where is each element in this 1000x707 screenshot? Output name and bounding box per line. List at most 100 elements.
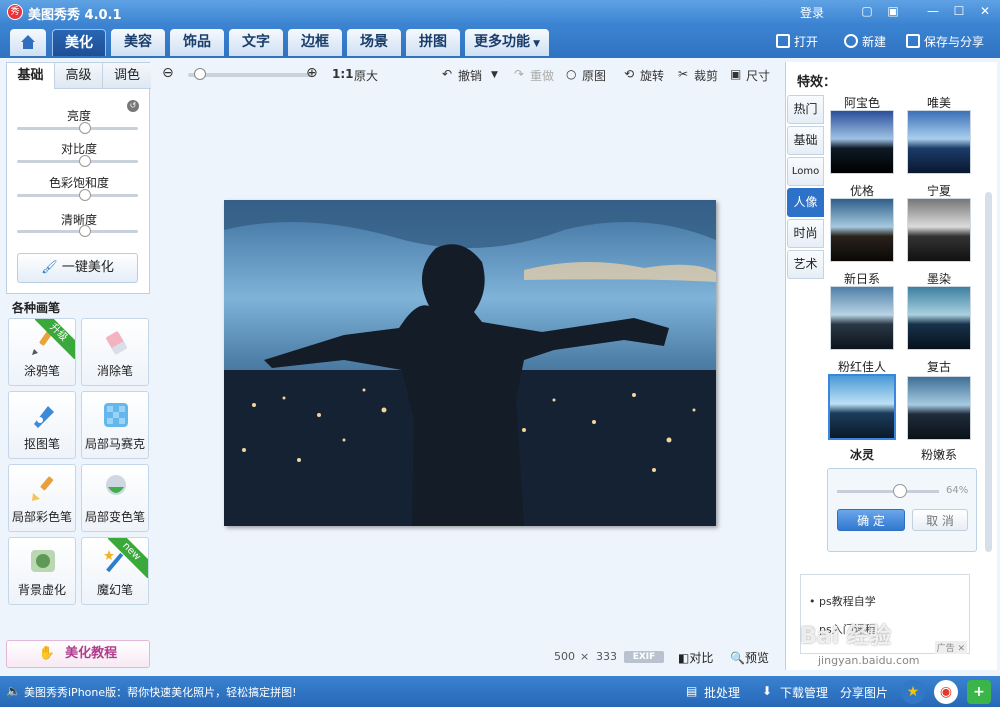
tutorial-button[interactable]: ✋ 美化教程 — [6, 640, 150, 668]
skin-icon[interactable]: ▣ — [884, 3, 902, 20]
resize-icon[interactable]: ▣ — [730, 67, 741, 81]
tab-text[interactable]: 文字 — [229, 29, 283, 56]
effect-thumb-youge[interactable] — [830, 198, 894, 262]
tab-advanced[interactable]: 高级 — [55, 63, 103, 89]
brush-bg-blur[interactable]: 背景虚化 — [8, 537, 76, 605]
tab-basic[interactable]: 基础 — [7, 63, 55, 89]
close-icon[interactable]: ✕ — [976, 3, 994, 20]
saturation-slider[interactable] — [17, 189, 138, 201]
effect-strength-slider[interactable] — [837, 490, 939, 493]
save-label: 保存与分享 — [924, 35, 985, 49]
star-icon[interactable]: ★ — [901, 680, 925, 704]
tab-scene[interactable]: 场景 — [347, 29, 401, 56]
preview-icon: 🔍 — [730, 651, 745, 665]
compare-button[interactable]: ◧对比 — [678, 649, 713, 666]
rotate-icon[interactable]: ⟲ — [624, 67, 634, 81]
feedback-icon[interactable]: ▢ — [858, 3, 876, 20]
weibo-icon[interactable]: ◉ — [934, 680, 958, 704]
tab-accessories[interactable]: 饰品 — [170, 29, 224, 56]
tab-more[interactable]: 更多功能 ▼ — [465, 29, 549, 56]
tab-frame[interactable]: 边框 — [288, 29, 342, 56]
effect-label: 冰灵 — [849, 448, 874, 462]
category-hot[interactable]: 热门 — [787, 95, 824, 124]
batch-button[interactable]: 批处理 — [704, 684, 740, 701]
tab-collage[interactable]: 拼图 — [406, 29, 460, 56]
plus-icon — [844, 34, 858, 48]
tab-face[interactable]: 美容 — [111, 29, 165, 56]
zoom-slider-knob[interactable] — [194, 68, 207, 80]
cancel-button[interactable]: 取 消 — [912, 509, 968, 531]
category-lomo[interactable]: Lomo — [787, 157, 824, 186]
effect-thumb-fugu[interactable] — [907, 376, 971, 440]
crop-button[interactable]: 裁剪 — [694, 67, 718, 84]
open-button[interactable]: 打开 — [776, 32, 818, 52]
brightness-slider[interactable] — [17, 122, 138, 134]
photo-canvas[interactable] — [224, 200, 716, 526]
effect-strength-knob[interactable] — [893, 484, 907, 498]
effect-thumb-weimei[interactable] — [907, 110, 971, 174]
share-image-button[interactable]: 分享图片 — [840, 684, 888, 701]
login-link[interactable]: 登录 — [800, 4, 824, 21]
exif-button[interactable]: EXIF — [624, 651, 664, 663]
undo-button[interactable]: 撤销 — [458, 67, 482, 84]
maximize-icon[interactable]: ☐ — [950, 3, 968, 20]
undo-dropdown-icon[interactable]: ▼ — [491, 70, 498, 80]
saturation-knob[interactable] — [79, 189, 91, 201]
preview-label: 预览 — [744, 651, 769, 665]
scissors-icon[interactable]: ✂ — [678, 67, 688, 81]
category-basic[interactable]: 基础 — [787, 126, 824, 155]
new-button[interactable]: 新建 — [844, 32, 886, 52]
category-portrait[interactable]: 人像 — [787, 188, 824, 217]
effect-thumb-abao[interactable] — [830, 110, 894, 174]
home-icon — [21, 35, 35, 49]
home-tab[interactable] — [10, 29, 46, 56]
contrast-knob[interactable] — [79, 155, 91, 167]
brightness-knob[interactable] — [79, 122, 91, 134]
contrast-slider[interactable] — [17, 155, 138, 167]
brush-label: 抠图笔 — [23, 437, 60, 451]
brush-cutout[interactable]: 抠图笔 — [8, 391, 76, 459]
tab-beautify[interactable]: 美化 — [52, 29, 106, 56]
effect-label: 粉嫩系 — [920, 448, 957, 462]
brush-mosaic[interactable]: 局部马赛克 — [81, 391, 149, 459]
app-title: 美图秀秀 4.0.1 — [28, 8, 122, 23]
rotate-button[interactable]: 旋转 — [640, 67, 664, 84]
download-manager-button[interactable]: 下载管理 — [780, 684, 828, 701]
preview-button[interactable]: 🔍预览 — [730, 649, 769, 666]
reset-icon[interactable]: ○ — [566, 67, 576, 81]
sharpness-slider[interactable] — [17, 225, 138, 237]
brush-eraser[interactable]: 消除笔 — [81, 318, 149, 386]
ad-link[interactable]: • ps教程自学 — [809, 593, 876, 609]
category-fashion[interactable]: 时尚 — [787, 219, 824, 248]
sharpness-knob[interactable] — [79, 225, 91, 237]
minimize-icon[interactable]: — — [924, 3, 942, 20]
add-icon[interactable]: + — [967, 680, 991, 704]
effects-scrollbar[interactable] — [985, 192, 992, 552]
effect-thumb-ningxia[interactable] — [907, 198, 971, 262]
brush-magic[interactable]: new 魔幻笔 — [81, 537, 149, 605]
undo-icon[interactable]: ↶ — [442, 67, 452, 81]
brush-recolor[interactable]: 局部变色笔 — [81, 464, 149, 532]
tab-color[interactable]: 调色 — [103, 63, 151, 89]
batch-icon[interactable]: ▤ — [686, 684, 697, 698]
brush-partial-color[interactable]: 局部彩色笔 — [8, 464, 76, 532]
zoom-in-icon[interactable]: ⊕ — [306, 65, 318, 81]
ad-tag[interactable]: 广告 ✕ — [934, 641, 967, 654]
brush-doodle[interactable]: 升级 涂鸦笔 — [8, 318, 76, 386]
save-share-button[interactable]: 保存与分享 — [906, 32, 984, 52]
effect-thumb-moran[interactable] — [907, 286, 971, 350]
effect-thumb-fenhong-selected[interactable] — [828, 374, 896, 440]
original-size-button[interactable]: 原大 — [354, 67, 378, 84]
promo-link[interactable]: 美图秀秀iPhone版：帮你快速美化照片，轻松搞定拼图! — [24, 684, 297, 700]
category-art[interactable]: 艺术 — [787, 250, 824, 279]
download-icon[interactable]: ⬇ — [762, 684, 772, 698]
zoom-slider[interactable] — [188, 68, 312, 80]
effect-thumb-xinrixi[interactable] — [830, 286, 894, 350]
one-click-beautify-button[interactable]: 🖌 一键美化 — [17, 253, 138, 283]
confirm-button[interactable]: 确 定 — [837, 509, 905, 531]
main-tab-bar: 美化 美容 饰品 文字 边框 场景 拼图 更多功能 ▼ 打开 新建 保存与分享 — [0, 24, 1000, 58]
ratio-label[interactable]: 1:1 — [332, 67, 354, 81]
resize-button[interactable]: 尺寸 — [746, 67, 770, 84]
zoom-out-icon[interactable]: ⊖ — [162, 65, 174, 81]
reset-button[interactable]: 原图 — [582, 67, 606, 84]
